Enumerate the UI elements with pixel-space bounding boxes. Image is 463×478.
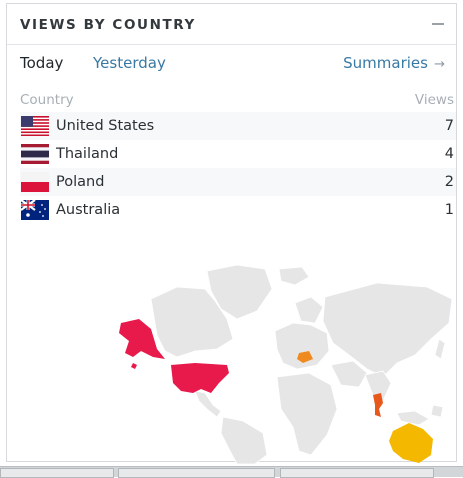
- table-header: Country Views: [20, 92, 456, 112]
- country-name: United States: [56, 118, 155, 134]
- view-count: 7: [444, 118, 454, 134]
- pl-flag-icon: [21, 172, 49, 192]
- collapse-button[interactable]: [432, 23, 444, 25]
- map-australia: [389, 423, 433, 463]
- summaries-label: Summaries: [343, 54, 428, 72]
- view-count: 4: [444, 146, 454, 162]
- widget-header: VIEWS BY COUNTRY: [7, 4, 456, 45]
- taskbar-button[interactable]: [280, 468, 434, 478]
- country-row: United States 7: [20, 112, 456, 140]
- map-hawaii: [131, 363, 137, 369]
- view-count: 2: [444, 174, 454, 190]
- th-flag-icon: [21, 144, 49, 164]
- views-by-country-widget: VIEWS BY COUNTRY Today Yesterday Summari…: [6, 3, 457, 469]
- map-thailand: [373, 393, 383, 417]
- widget-title: VIEWS BY COUNTRY: [20, 17, 196, 33]
- tab-yesterday[interactable]: Yesterday: [93, 54, 166, 72]
- map-united-states: [171, 363, 229, 393]
- country-name: Poland: [56, 174, 105, 190]
- column-header-country: Country: [20, 92, 74, 108]
- tab-today[interactable]: Today: [20, 54, 63, 72]
- arrow-right-icon: →: [429, 57, 445, 72]
- column-header-views: Views: [414, 92, 454, 108]
- au-flag-icon: [21, 200, 49, 220]
- taskbar: [0, 466, 463, 478]
- world-map: [97, 259, 457, 469]
- taskbar-button[interactable]: [0, 468, 114, 478]
- country-row: Australia 1: [20, 196, 456, 224]
- country-row: Thailand 4: [20, 140, 456, 168]
- view-count: 1: [444, 202, 454, 218]
- taskbar-button[interactable]: [118, 468, 275, 478]
- summaries-link[interactable]: Summaries →: [343, 54, 445, 72]
- country-name: Australia: [56, 202, 121, 218]
- country-row: Poland 2: [20, 168, 456, 196]
- country-list: United States 7 Thailand 4 Poland 2 Aust…: [20, 112, 456, 224]
- period-tabs: Today Yesterday Summaries →: [20, 54, 445, 78]
- country-name: Thailand: [56, 146, 119, 162]
- us-flag-icon: [21, 116, 49, 136]
